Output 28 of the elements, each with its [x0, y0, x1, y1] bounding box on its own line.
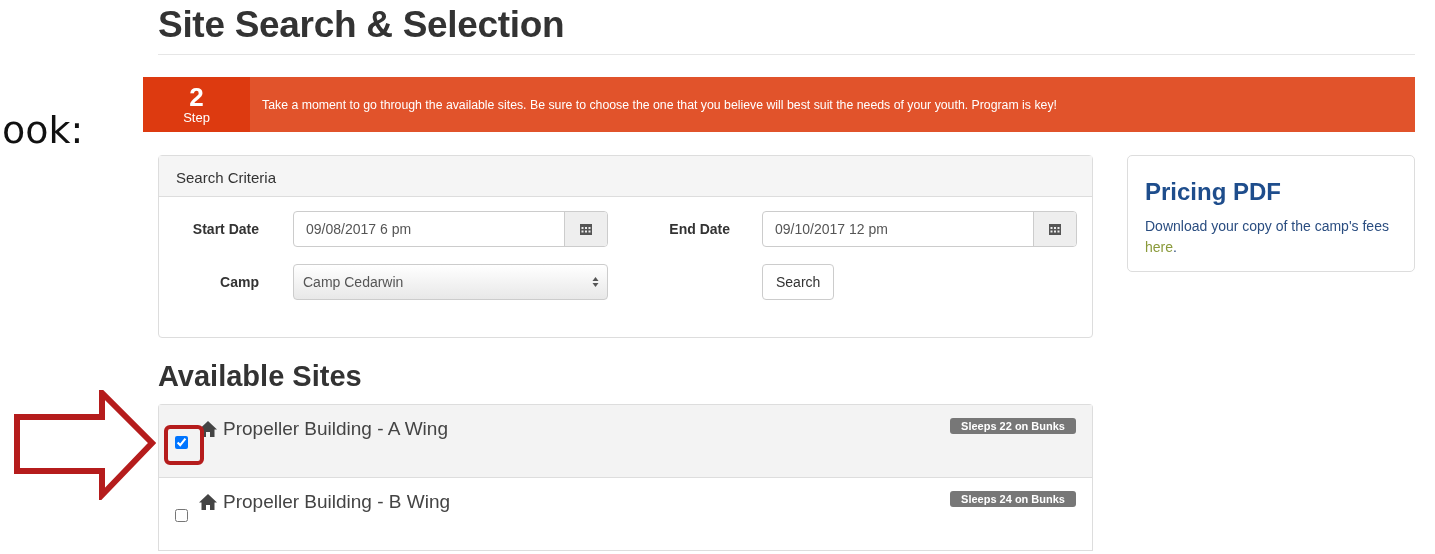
- calendar-icon: [580, 223, 592, 235]
- panel-title: Search Criteria: [159, 156, 1092, 197]
- updown-icon: [592, 276, 599, 288]
- camp-select[interactable]: Camp Cedarwin: [293, 264, 608, 300]
- section-title: Available Sites: [158, 360, 363, 393]
- field-label: Camp: [219, 274, 259, 290]
- highlight-frame: [164, 425, 204, 465]
- card-title: Pricing PDF: [1145, 178, 1283, 206]
- site-row[interactable]: Propeller Building - A Wing Sleeps 22 on Bunks: [159, 405, 1092, 478]
- date-field[interactable]: 09/10/2017 12 pm: [762, 211, 1077, 247]
- site-checkbox[interactable]: [175, 509, 188, 522]
- site-name: Propeller Building - A Wing: [223, 418, 448, 440]
- capacity-label: Sleeps 22 on Bunks: [950, 418, 1076, 434]
- site-checkbox[interactable]: [175, 436, 188, 449]
- step-message: Take a moment to go through the available sites. Be sure to choose the one that you believe will best suit the needs of your youth. Program is key!: [262, 97, 1057, 112]
- house-icon: [198, 493, 218, 511]
- field-label: Start Date: [191, 221, 259, 237]
- field-label: End Date: [668, 221, 730, 237]
- site-name: Propeller Building - B Wing: [223, 491, 451, 513]
- step-number: 2: [189, 84, 204, 110]
- card-text: Download your copy of the camp's fees here.: [1145, 217, 1390, 257]
- step-label: Step: [183, 110, 210, 125]
- page-title: Site Search & Selection: [158, 4, 566, 46]
- search-button[interactable]: Search: [762, 264, 835, 300]
- capacity-label: Sleeps 24 on Bunks: [950, 491, 1076, 507]
- slide-text: ook:: [1, 108, 84, 152]
- date-field[interactable]: 09/08/2017 6 pm: [293, 211, 608, 247]
- calendar-icon: [1049, 223, 1061, 235]
